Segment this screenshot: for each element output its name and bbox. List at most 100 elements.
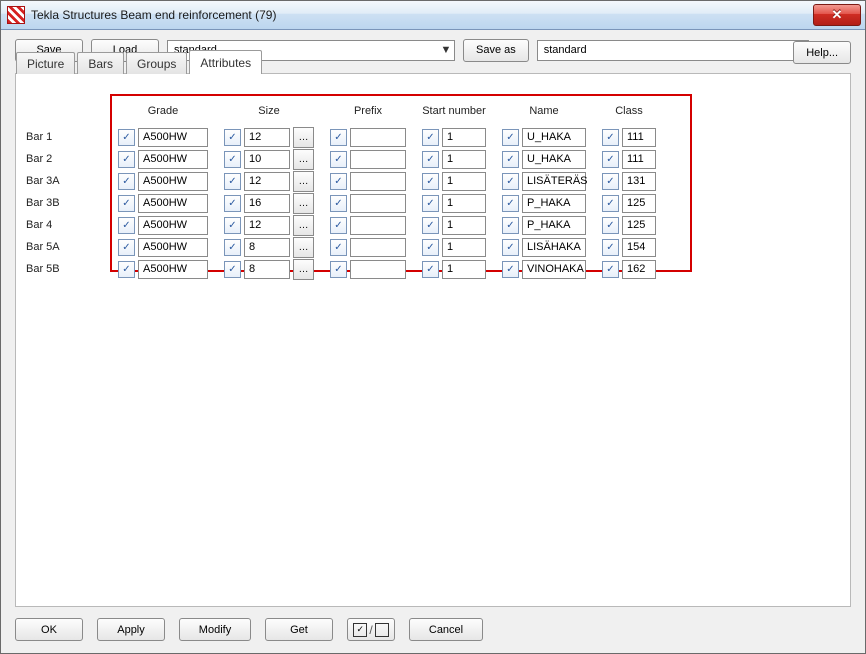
name-checkbox[interactable] xyxy=(502,217,519,234)
start-checkbox[interactable] xyxy=(422,173,439,190)
grade-checkbox[interactable] xyxy=(118,261,135,278)
size-checkbox[interactable] xyxy=(224,217,241,234)
grade-input[interactable]: A500HW xyxy=(138,150,208,169)
name-input[interactable]: U_HAKA xyxy=(522,128,586,147)
tab-bars[interactable]: Bars xyxy=(77,52,124,74)
grade-input[interactable]: A500HW xyxy=(138,172,208,191)
size-input[interactable]: 12 xyxy=(244,128,290,147)
prefix-input[interactable] xyxy=(350,238,406,257)
start-input[interactable]: 1 xyxy=(442,194,486,213)
name-input[interactable]: VINOHAKA xyxy=(522,260,586,279)
name-checkbox[interactable] xyxy=(502,151,519,168)
prefix-checkbox[interactable] xyxy=(330,173,347,190)
modify-button[interactable]: Modify xyxy=(179,618,251,641)
grade-input[interactable]: A500HW xyxy=(138,216,208,235)
prefix-input[interactable] xyxy=(350,194,406,213)
class-checkbox[interactable] xyxy=(602,173,619,190)
class-input[interactable]: 111 xyxy=(622,150,656,169)
size-input[interactable]: 12 xyxy=(244,172,290,191)
grade-checkbox[interactable] xyxy=(118,151,135,168)
class-checkbox[interactable] xyxy=(602,129,619,146)
class-checkbox[interactable] xyxy=(602,151,619,168)
class-input[interactable]: 131 xyxy=(622,172,656,191)
start-input[interactable]: 1 xyxy=(442,172,486,191)
prefix-input[interactable] xyxy=(350,260,406,279)
name-input[interactable]: P_HAKA xyxy=(522,216,586,235)
prefix-checkbox[interactable] xyxy=(330,261,347,278)
size-browse-button[interactable]: … xyxy=(293,237,314,258)
class-checkbox[interactable] xyxy=(602,217,619,234)
help-button[interactable]: Help... xyxy=(793,41,851,64)
name-input[interactable]: LISÄTERÄS xyxy=(522,172,586,191)
size-input[interactable]: 8 xyxy=(244,260,290,279)
tab-groups[interactable]: Groups xyxy=(126,52,187,74)
grade-checkbox[interactable] xyxy=(118,217,135,234)
start-checkbox[interactable] xyxy=(422,151,439,168)
size-checkbox[interactable] xyxy=(224,261,241,278)
class-input[interactable]: 162 xyxy=(622,260,656,279)
prefix-checkbox[interactable] xyxy=(330,195,347,212)
size-checkbox[interactable] xyxy=(224,195,241,212)
name-checkbox[interactable] xyxy=(502,261,519,278)
size-browse-button[interactable]: … xyxy=(293,259,314,280)
prefix-checkbox[interactable] xyxy=(330,129,347,146)
class-input[interactable]: 154 xyxy=(622,238,656,257)
grade-checkbox[interactable] xyxy=(118,239,135,256)
get-button[interactable]: Get xyxy=(265,618,333,641)
size-input[interactable]: 16 xyxy=(244,194,290,213)
size-browse-button[interactable]: … xyxy=(293,149,314,170)
class-checkbox[interactable] xyxy=(602,261,619,278)
size-input[interactable]: 12 xyxy=(244,216,290,235)
size-input[interactable]: 10 xyxy=(244,150,290,169)
size-checkbox[interactable] xyxy=(224,173,241,190)
prefix-checkbox[interactable] xyxy=(330,239,347,256)
size-checkbox[interactable] xyxy=(224,151,241,168)
toggle-all-checkboxes-button[interactable]: ✓ / xyxy=(347,618,395,641)
size-input[interactable]: 8 xyxy=(244,238,290,257)
size-browse-button[interactable]: … xyxy=(293,171,314,192)
grade-checkbox[interactable] xyxy=(118,195,135,212)
start-input[interactable]: 1 xyxy=(442,216,486,235)
grade-input[interactable]: A500HW xyxy=(138,238,208,257)
ok-button[interactable]: OK xyxy=(15,618,83,641)
size-checkbox[interactable] xyxy=(224,239,241,256)
close-button[interactable]: ✕ xyxy=(813,4,861,26)
start-checkbox[interactable] xyxy=(422,195,439,212)
save-as-button[interactable]: Save as xyxy=(463,39,529,62)
class-input[interactable]: 111 xyxy=(622,128,656,147)
size-checkbox[interactable] xyxy=(224,129,241,146)
name-checkbox[interactable] xyxy=(502,173,519,190)
class-checkbox[interactable] xyxy=(602,195,619,212)
start-input[interactable]: 1 xyxy=(442,128,486,147)
prefix-input[interactable] xyxy=(350,128,406,147)
grade-input[interactable]: A500HW xyxy=(138,260,208,279)
prefix-checkbox[interactable] xyxy=(330,217,347,234)
name-input[interactable]: P_HAKA xyxy=(522,194,586,213)
name-checkbox[interactable] xyxy=(502,195,519,212)
name-checkbox[interactable] xyxy=(502,129,519,146)
grade-checkbox[interactable] xyxy=(118,173,135,190)
start-checkbox[interactable] xyxy=(422,129,439,146)
class-checkbox[interactable] xyxy=(602,239,619,256)
start-input[interactable]: 1 xyxy=(442,260,486,279)
tab-attributes[interactable]: Attributes xyxy=(189,50,262,74)
class-input[interactable]: 125 xyxy=(622,216,656,235)
prefix-input[interactable] xyxy=(350,150,406,169)
name-input[interactable]: LISÄHAKA xyxy=(522,238,586,257)
start-input[interactable]: 1 xyxy=(442,238,486,257)
class-input[interactable]: 125 xyxy=(622,194,656,213)
start-input[interactable]: 1 xyxy=(442,150,486,169)
start-checkbox[interactable] xyxy=(422,261,439,278)
size-browse-button[interactable]: … xyxy=(293,215,314,236)
size-browse-button[interactable]: … xyxy=(293,193,314,214)
apply-button[interactable]: Apply xyxy=(97,618,165,641)
name-checkbox[interactable] xyxy=(502,239,519,256)
prefix-input[interactable] xyxy=(350,216,406,235)
size-browse-button[interactable]: … xyxy=(293,127,314,148)
name-input[interactable]: U_HAKA xyxy=(522,150,586,169)
cancel-button[interactable]: Cancel xyxy=(409,618,483,641)
prefix-input[interactable] xyxy=(350,172,406,191)
grade-input[interactable]: A500HW xyxy=(138,128,208,147)
save-as-name-input[interactable]: standard xyxy=(537,40,809,61)
start-checkbox[interactable] xyxy=(422,239,439,256)
